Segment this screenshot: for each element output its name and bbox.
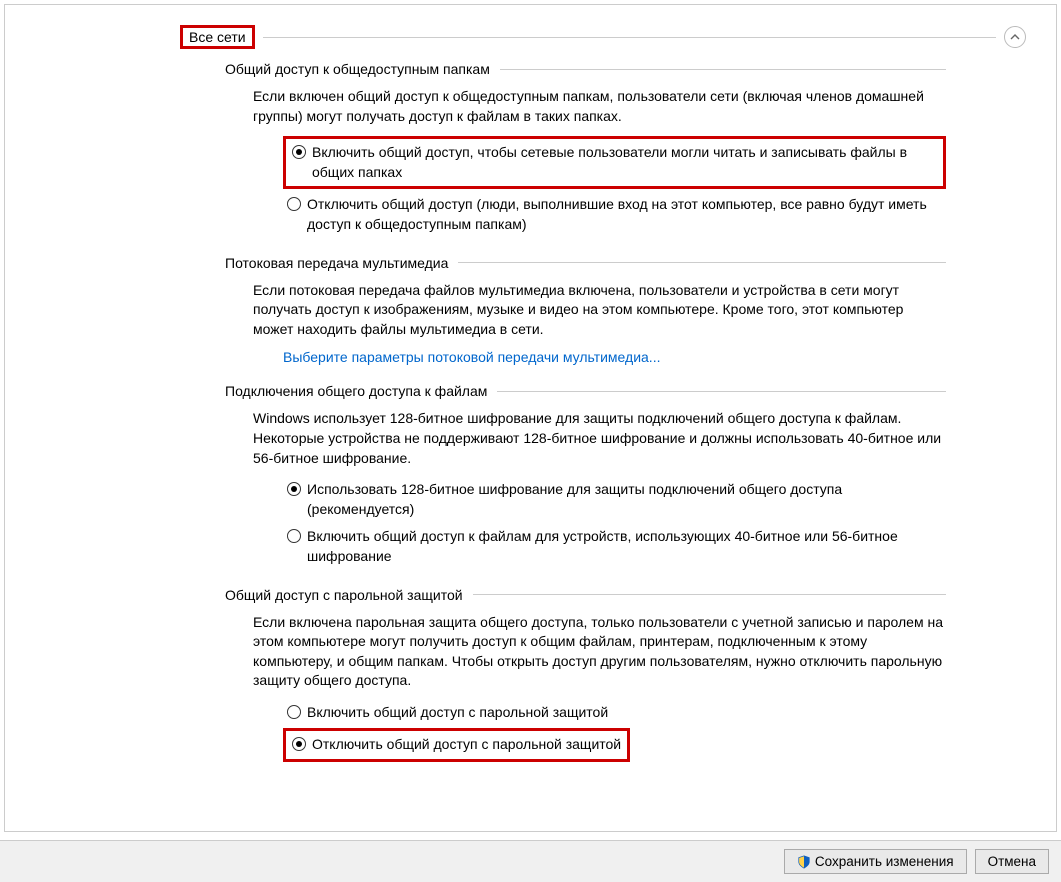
radio-disable-password-sharing[interactable]: Отключить общий доступ с парольной защит… xyxy=(283,728,630,762)
button-label: Сохранить изменения xyxy=(815,854,954,869)
radio-enable-password-sharing[interactable]: Включить общий доступ с парольной защито… xyxy=(283,701,946,725)
section-description: Если включен общий доступ к общедоступны… xyxy=(253,87,946,126)
radio-disable-public-sharing[interactable]: Отключить общий доступ (люди, выполнивши… xyxy=(283,193,946,236)
section-title: Потоковая передача мультимедиа xyxy=(225,255,448,271)
radio-icon xyxy=(287,197,301,211)
radio-128bit-encryption[interactable]: Использовать 128-битное шифрование для з… xyxy=(283,478,946,521)
section-description: Если потоковая передача файлов мультимед… xyxy=(253,281,946,340)
link-media-streaming-options[interactable]: Выберите параметры потоковой передачи му… xyxy=(283,349,660,365)
button-label: Отмена xyxy=(988,854,1036,869)
radio-40-56bit-encryption[interactable]: Включить общий доступ к файлам для устро… xyxy=(283,525,946,568)
settings-panel: Все сети Общий доступ к общедоступным па… xyxy=(4,4,1057,832)
radio-icon xyxy=(292,737,306,751)
radio-label: Отключить общий доступ (люди, выполнивши… xyxy=(307,195,942,234)
cancel-button[interactable]: Отмена xyxy=(975,849,1049,874)
expander-title: Все сети xyxy=(180,25,255,49)
section-title: Общий доступ к общедоступным папкам xyxy=(225,61,490,77)
radio-label: Отключить общий доступ с парольной защит… xyxy=(312,735,621,755)
divider xyxy=(500,69,946,70)
radio-label: Включить общий доступ с парольной защито… xyxy=(307,703,942,723)
shield-icon xyxy=(797,855,811,869)
divider xyxy=(497,391,946,392)
radio-icon xyxy=(287,705,301,719)
section-password-protected-sharing: Общий доступ с парольной защитой Если вк… xyxy=(225,587,946,767)
footer-bar: Сохранить изменения Отмена xyxy=(0,840,1061,882)
radio-label: Использовать 128-битное шифрование для з… xyxy=(307,480,942,519)
section-file-sharing-connections: Подключения общего доступа к файлам Wind… xyxy=(225,383,946,568)
section-description: Windows использует 128-битное шифрование… xyxy=(253,409,946,468)
section-title: Общий доступ с парольной защитой xyxy=(225,587,463,603)
radio-icon xyxy=(287,482,301,496)
expander-all-networks[interactable]: Все сети xyxy=(180,25,1026,49)
section-public-folder-sharing: Общий доступ к общедоступным папкам Если… xyxy=(225,61,946,237)
radio-label: Включить общий доступ к файлам для устро… xyxy=(307,527,942,566)
chevron-up-icon[interactable] xyxy=(1004,26,1026,48)
radio-enable-public-sharing[interactable]: Включить общий доступ, чтобы сетевые пол… xyxy=(283,136,946,189)
section-title: Подключения общего доступа к файлам xyxy=(225,383,487,399)
section-description: Если включена парольная защита общего до… xyxy=(253,613,946,691)
divider xyxy=(458,262,946,263)
divider xyxy=(473,594,946,595)
radio-icon xyxy=(292,145,306,159)
divider xyxy=(263,37,996,38)
section-media-streaming: Потоковая передача мультимедиа Если пото… xyxy=(225,255,946,366)
save-changes-button[interactable]: Сохранить изменения xyxy=(784,849,967,874)
radio-label: Включить общий доступ, чтобы сетевые пол… xyxy=(312,143,937,182)
radio-icon xyxy=(287,529,301,543)
